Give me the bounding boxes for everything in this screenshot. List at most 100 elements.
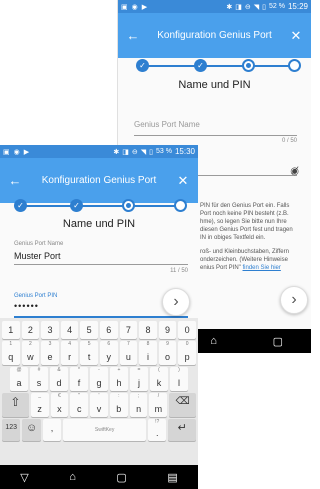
- wifi-icon: ◥: [253, 3, 260, 11]
- key-q[interactable]: 1q: [2, 341, 20, 365]
- pin-field[interactable]: Genius Port PIN ••••••: [14, 293, 158, 311]
- next-button[interactable]: ›: [280, 286, 308, 314]
- status-bar: ▣ ◉ ▶ ✱ ◨ ⊖ ◥ ▯ 53 % 15:30: [0, 145, 198, 158]
- name-field[interactable]: Genius Port Name 0 / 50: [134, 120, 297, 144]
- key-d[interactable]: & d: [50, 367, 68, 391]
- hint-link[interactable]: finden Sie hier: [243, 265, 281, 271]
- step-1-done: ✓: [14, 199, 27, 212]
- key-l[interactable]: ) l: [170, 367, 188, 391]
- nav-recents-icon[interactable]: ▢: [273, 335, 283, 348]
- key-y[interactable]: 6y: [99, 341, 118, 365]
- dnd-icon: ⊖: [244, 3, 251, 11]
- step-4-todo: [288, 59, 301, 72]
- app-icon: ◉: [131, 3, 138, 11]
- key-f[interactable]: * f: [70, 367, 88, 391]
- name-field[interactable]: Genius Port Name Muster Port 11 / 50: [14, 241, 188, 274]
- key-s[interactable]: # s: [30, 367, 48, 391]
- emoji-key-icon[interactable]: ☺: [22, 419, 41, 441]
- dnd-icon: ⊖: [131, 148, 138, 156]
- key-7[interactable]: 7: [119, 321, 138, 339]
- nav-recents-icon[interactable]: ▢: [116, 471, 126, 484]
- key-p[interactable]: 0p: [178, 341, 196, 365]
- nav-keyboard-icon[interactable]: ▤: [167, 471, 177, 484]
- qwerty-row: 1q 2w 3e 4r 5t 6y 7u 8i 9o 0p: [2, 341, 196, 365]
- backspace-key-icon[interactable]: ⌫: [169, 393, 196, 417]
- front-phone-screen: ▣ ◉ ▶ ✱ ◨ ⊖ ◥ ▯ 53 % 15:30 ← Konfigurati…: [0, 145, 198, 489]
- app-icon: ◉: [13, 148, 20, 156]
- comma-key[interactable]: ,: [42, 419, 62, 441]
- key-u[interactable]: 7u: [119, 341, 138, 365]
- asdf-row: @ a # s & d * f -g + h = j (k ) l: [2, 367, 196, 391]
- play-icon: ▶: [141, 3, 148, 11]
- key-4[interactable]: 4: [60, 321, 79, 339]
- app-title: Konfiguration Genius Port: [157, 30, 272, 41]
- key-k[interactable]: (k: [150, 367, 168, 391]
- key-3[interactable]: 3: [41, 321, 59, 339]
- notification-icon: ▣: [3, 148, 10, 156]
- visibility-off-icon[interactable]: ◉̸: [290, 166, 299, 177]
- app-bar: ← Konfiguration Genius Port ✕: [118, 13, 311, 58]
- stepper-line: [144, 65, 294, 67]
- key-e[interactable]: 3e: [41, 341, 59, 365]
- key-b[interactable]: :b: [109, 393, 128, 417]
- name-field-underline: [134, 135, 297, 136]
- key-g[interactable]: -g: [90, 367, 108, 391]
- app-title: Konfiguration Genius Port: [41, 175, 157, 186]
- key-8[interactable]: 8: [139, 321, 157, 339]
- back-arrow-icon[interactable]: ←: [8, 173, 22, 188]
- numbers-key[interactable]: 123: [2, 419, 21, 441]
- key-n[interactable]: ; n: [129, 393, 148, 417]
- nav-home-icon[interactable]: ⌂: [210, 335, 217, 347]
- clock: 15:30: [174, 147, 195, 156]
- screenshot-collage: ▣ ◉ ▶ ✱ ◨ ⊖ ◥ ▯ 52 % 15:29 ← Konfigurati…: [0, 0, 311, 489]
- nav-back-icon[interactable]: ▽: [20, 471, 28, 484]
- key-6[interactable]: 6: [99, 321, 118, 339]
- key-v[interactable]: ' v: [90, 393, 108, 417]
- battery-icon: ▯: [262, 3, 266, 11]
- pin-field-underline: [198, 175, 297, 176]
- shift-key-icon[interactable]: ⇧: [2, 393, 29, 417]
- key-i[interactable]: 8i: [139, 341, 157, 365]
- nfc-icon: ◨: [122, 148, 129, 156]
- key-c[interactable]: " c: [70, 393, 89, 417]
- name-field-label: Genius Port Name: [134, 120, 200, 129]
- key-9[interactable]: 9: [158, 321, 177, 339]
- key-x[interactable]: € x: [50, 393, 69, 417]
- key-0[interactable]: 0: [178, 321, 196, 339]
- nav-home-icon[interactable]: ⌂: [69, 471, 76, 483]
- key-5[interactable]: 5: [80, 321, 98, 339]
- section-heading: Name und PIN: [62, 218, 136, 230]
- section-heading: Name und PIN: [178, 79, 251, 91]
- key-h[interactable]: + h: [110, 367, 128, 391]
- key-j[interactable]: = j: [130, 367, 148, 391]
- next-button[interactable]: ›: [162, 288, 190, 316]
- progress-stepper: ✓ ✓: [118, 56, 311, 74]
- key-w[interactable]: 2w: [21, 341, 40, 365]
- name-field-value: Muster Port: [14, 251, 61, 261]
- key-m[interactable]: / m: [149, 393, 168, 417]
- close-icon[interactable]: ✕: [176, 173, 190, 189]
- name-char-counter: 0 / 50: [281, 138, 297, 144]
- key-r[interactable]: 4r: [60, 341, 79, 365]
- key-2[interactable]: 2: [21, 321, 40, 339]
- key-a[interactable]: @ a: [10, 367, 28, 391]
- key-1[interactable]: 1: [2, 321, 20, 339]
- enter-key-icon[interactable]: ↵: [168, 419, 197, 441]
- space-bar[interactable]: SwiftKey: [63, 419, 147, 441]
- battery-icon: ▯: [149, 148, 153, 156]
- notification-icon: ▣: [121, 3, 128, 11]
- step-1-done: ✓: [136, 59, 149, 72]
- period-key[interactable]: !?.: [148, 419, 167, 441]
- stepper-line: [20, 205, 180, 207]
- pin-field-label: Genius Port PIN: [14, 293, 58, 299]
- number-row: 1 2 3 4 5 6 7 8 9 0: [2, 321, 196, 339]
- key-t[interactable]: 5t: [80, 341, 98, 365]
- step-3-current: [242, 59, 255, 72]
- progress-stepper: ✓ ✓: [0, 196, 198, 214]
- key-o[interactable]: 9o: [158, 341, 177, 365]
- close-icon[interactable]: ✕: [289, 28, 303, 44]
- key-z[interactable]: _ z: [30, 393, 49, 417]
- soft-keyboard: 1 2 3 4 5 6 7 8 9 0 1q 2w 3e 4r 5t 6y 7u…: [0, 318, 198, 465]
- wifi-icon: ◥: [140, 148, 147, 156]
- back-arrow-icon[interactable]: ←: [126, 28, 140, 43]
